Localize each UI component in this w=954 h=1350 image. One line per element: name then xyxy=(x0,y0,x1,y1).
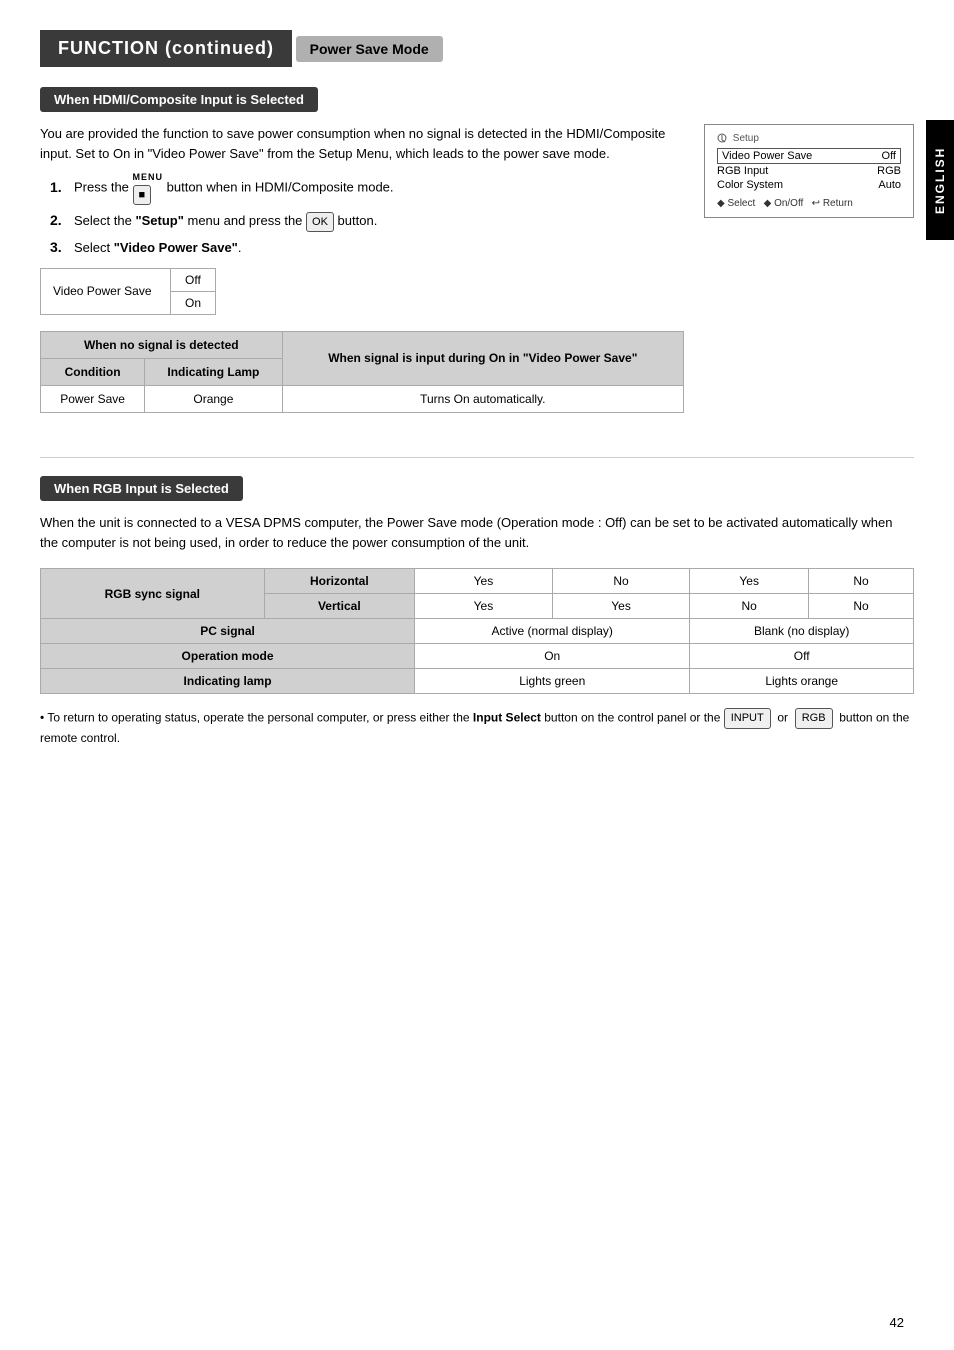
page-number: 42 xyxy=(890,1315,904,1330)
rgb-section: When RGB Input is Selected When the unit… xyxy=(40,476,914,747)
option-off: Off xyxy=(171,269,215,292)
page: ENGLISH FUNCTION (continued) Power Save … xyxy=(0,0,954,1350)
video-power-save-options: Video Power Save Off On xyxy=(40,268,216,315)
osd-footer: ◆ Select ◆ On/Off ↩ Return xyxy=(717,198,901,209)
step-1-text: Press the MENU ■ button when in HDMI/Com… xyxy=(74,171,394,205)
osd-label-vps: Video Power Save xyxy=(722,150,812,162)
rgb-sync-signal-header: RGB sync signal xyxy=(41,569,265,619)
options-label: Video Power Save xyxy=(41,269,171,314)
indicating-lamp-header: Indicating lamp xyxy=(41,669,415,694)
vertical-label: Vertical xyxy=(264,594,415,619)
h-yes1: Yes xyxy=(415,569,553,594)
rgb-heading: When RGB Input is Selected xyxy=(40,476,243,501)
horizontal-label: Horizontal xyxy=(264,569,415,594)
pc-signal-header: PC signal xyxy=(41,619,415,644)
op-off: Off xyxy=(690,644,914,669)
osd-value-cs: Auto xyxy=(878,179,901,191)
option-on: On xyxy=(171,292,215,314)
col1-header: When no signal is detected xyxy=(41,331,283,358)
h-no1: No xyxy=(552,569,690,594)
osd-title: Setup xyxy=(717,133,901,144)
sub-header-condition: Condition xyxy=(41,358,145,385)
table-row: Power Save Orange Turns On automatically… xyxy=(41,385,684,412)
step-2: 2. Select the "Setup" menu and press the… xyxy=(50,211,684,232)
col2-header: When signal is input during On in "Video… xyxy=(282,331,683,385)
signal-status-table: When no signal is detected When signal i… xyxy=(40,331,684,413)
operation-mode-header: Operation mode xyxy=(41,644,415,669)
sub-header-lamp: Indicating Lamp xyxy=(145,358,282,385)
hdmi-heading: When HDMI/Composite Input is Selected xyxy=(40,87,318,112)
indicating-lamp-row: Indicating lamp Lights green Lights oran… xyxy=(41,669,914,694)
side-tab: ENGLISH xyxy=(926,120,954,240)
hdmi-section: When HDMI/Composite Input is Selected Yo… xyxy=(40,87,914,433)
step-1-num: 1. xyxy=(50,179,68,195)
step-3-text: Select "Video Power Save". xyxy=(74,238,241,258)
main-title: FUNCTION (continued) xyxy=(40,30,292,67)
step-1: 1. Press the MENU ■ button when in HDMI/… xyxy=(50,171,684,205)
v-yes2: Yes xyxy=(552,594,690,619)
pc-signal-row: PC signal Active (normal display) Blank … xyxy=(41,619,914,644)
lamp-cell: Orange xyxy=(145,385,282,412)
osd-row-rgb-input: RGB Input RGB xyxy=(717,164,901,178)
note-line: • To return to operating status, operate… xyxy=(40,708,914,747)
steps-list: 1. Press the MENU ■ button when in HDMI/… xyxy=(50,171,684,258)
hdmi-description: You are provided the function to save po… xyxy=(40,124,684,163)
when-signal-cell: Turns On automatically. xyxy=(282,385,683,412)
rgb-sync-table: RGB sync signal Horizontal Yes No Yes No… xyxy=(40,568,914,694)
input-key: INPUT xyxy=(724,708,771,729)
step-3: 3. Select "Video Power Save". xyxy=(50,238,684,258)
h-yes2: Yes xyxy=(690,569,809,594)
osd-panel: Setup Video Power Save Off RGB Input RGB… xyxy=(704,124,914,218)
rgb-description: When the unit is connected to a VESA DPM… xyxy=(40,513,914,555)
rgb-key: RGB xyxy=(795,708,833,729)
step-2-num: 2. xyxy=(50,212,68,228)
step-2-text: Select the "Setup" menu and press the OK… xyxy=(74,211,377,232)
pc-blank: Blank (no display) xyxy=(690,619,914,644)
osd-row-video-power-save: Video Power Save Off xyxy=(717,148,901,164)
rgb-row-horizontal: RGB sync signal Horizontal Yes No Yes No xyxy=(41,569,914,594)
lamp-orange: Lights orange xyxy=(690,669,914,694)
osd-label-rgb: RGB Input xyxy=(717,165,768,177)
condition-cell: Power Save xyxy=(41,385,145,412)
options-values: Off On xyxy=(171,269,215,314)
divider xyxy=(40,457,914,458)
menu-label: MENU xyxy=(133,171,164,185)
osd-label-cs: Color System xyxy=(717,179,783,191)
v-no2: No xyxy=(809,594,914,619)
osd-box: Setup Video Power Save Off RGB Input RGB… xyxy=(704,124,914,218)
pc-active: Active (normal display) xyxy=(415,619,690,644)
osd-row-color-system: Color System Auto xyxy=(717,178,901,192)
osd-value-rgb: RGB xyxy=(877,165,901,177)
v-no1: No xyxy=(690,594,809,619)
v-yes1: Yes xyxy=(415,594,553,619)
menu-icon-btn: ■ xyxy=(133,185,152,206)
section-title: Power Save Mode xyxy=(296,36,443,62)
step-3-num: 3. xyxy=(50,239,68,255)
operation-mode-row: Operation mode On Off xyxy=(41,644,914,669)
osd-value-vps: Off xyxy=(882,150,896,162)
h-no2: No xyxy=(809,569,914,594)
op-on: On xyxy=(415,644,690,669)
lamp-green: Lights green xyxy=(415,669,690,694)
ok-btn: OK xyxy=(306,212,334,233)
